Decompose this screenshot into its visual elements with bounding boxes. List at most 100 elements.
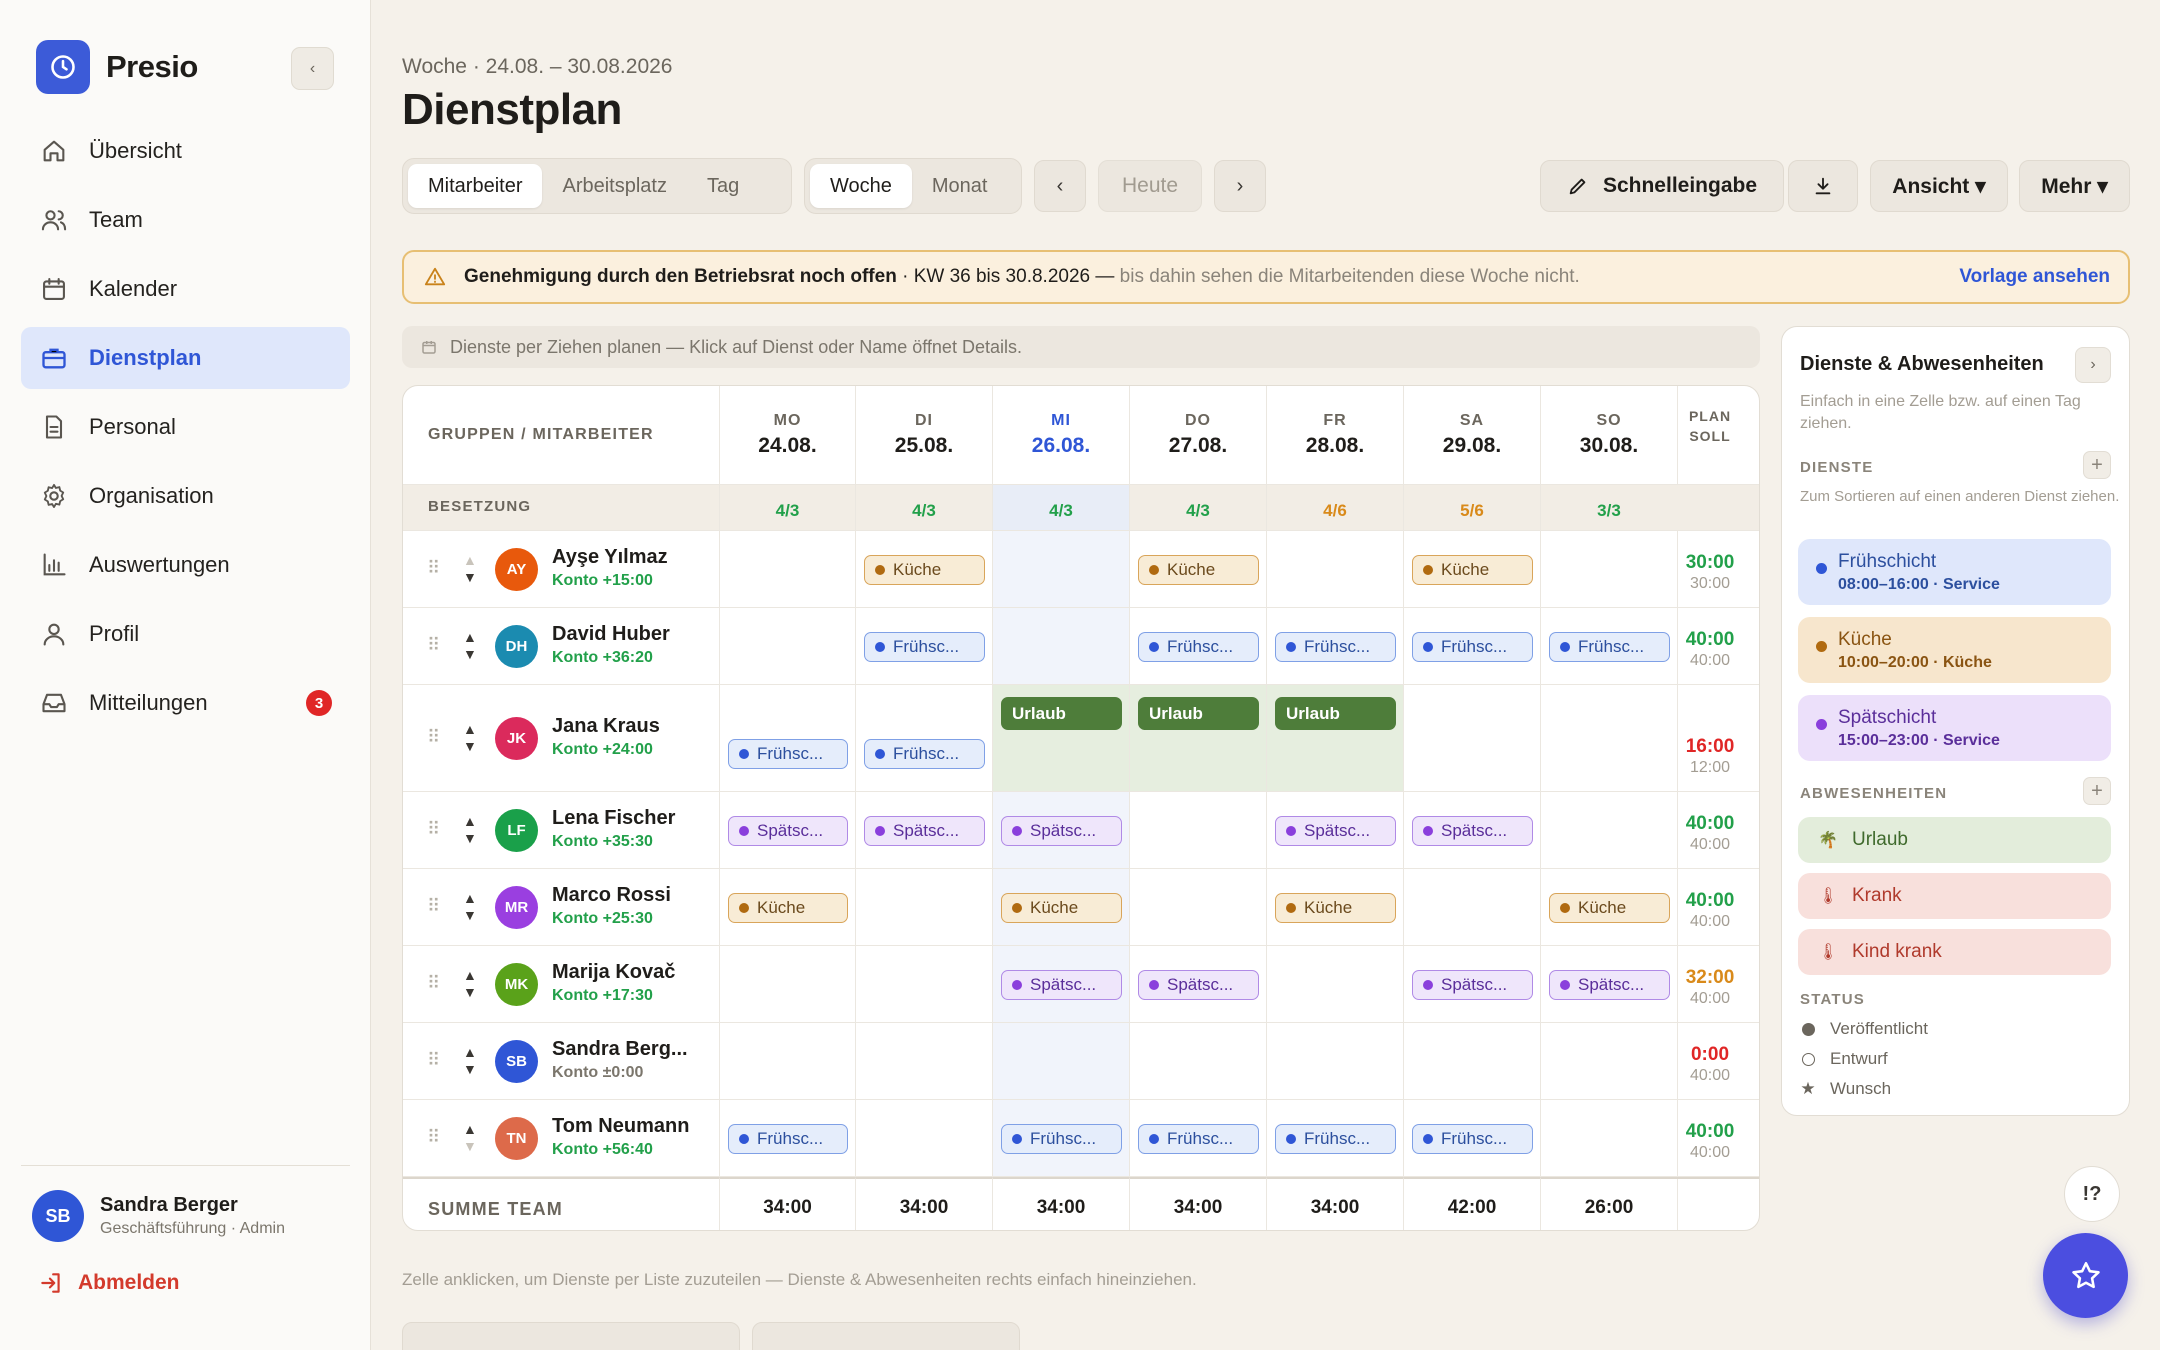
employee-name[interactable]: Marco Rossi — [552, 884, 671, 907]
logout-button[interactable]: Abmelden — [38, 1270, 180, 1296]
tab-mitarbeiter[interactable]: Mitarbeiter — [408, 164, 543, 208]
shift-chip-kueche[interactable]: Küche — [1275, 892, 1396, 923]
add-absence-button[interactable]: + — [2083, 777, 2111, 805]
shift-cell[interactable]: Spätsc... — [720, 792, 856, 869]
shift-cell[interactable] — [1541, 685, 1678, 792]
drag-handle-icon[interactable]: ⠿ — [427, 727, 440, 748]
shift-cell[interactable]: Frühsc... — [856, 608, 993, 685]
shift-chip-kueche[interactable]: Küche — [1001, 892, 1122, 923]
shift-chip-kueche[interactable]: Küche — [864, 554, 985, 585]
shift-cell[interactable] — [1404, 869, 1541, 946]
shift-cell[interactable] — [720, 608, 856, 685]
arrow-down-icon[interactable]: ▼ — [463, 646, 477, 663]
shift-cell[interactable]: Frühsc... — [856, 685, 993, 792]
shift-chip-spaet[interactable]: Spätsc... — [1549, 969, 1670, 1000]
shift-chip-frueh[interactable]: Frühsc... — [728, 1123, 848, 1154]
shift-cell[interactable] — [720, 946, 856, 1023]
shift-cell[interactable]: Küche — [1404, 531, 1541, 608]
arrow-down-icon[interactable]: ▼ — [463, 830, 477, 847]
shift-cell[interactable] — [1267, 531, 1404, 608]
shift-chip-spaet[interactable]: Spätsc... — [1001, 969, 1122, 1000]
shift-chip-kueche[interactable]: Küche — [1549, 892, 1670, 923]
shift-chip-frueh[interactable]: Frühsc... — [1275, 1123, 1396, 1154]
shift-cell[interactable]: Küche — [1130, 531, 1267, 608]
service-item[interactable]: Spätschicht 15:00–23:00 · Service — [1798, 695, 2111, 761]
drag-handle-icon[interactable]: ⠿ — [427, 558, 440, 579]
shift-cell[interactable] — [1404, 685, 1541, 792]
shift-cell[interactable]: Urlaub — [1267, 685, 1404, 792]
favorites-fab-button[interactable] — [2043, 1233, 2128, 1318]
day-header[interactable]: MI 26.08. — [993, 386, 1130, 485]
arrow-up-icon[interactable]: ▲ — [463, 967, 477, 984]
shift-cell[interactable] — [993, 1023, 1130, 1100]
shift-chip-frueh[interactable]: Frühsc... — [1138, 631, 1259, 662]
shift-cell[interactable]: Frühsc... — [720, 1100, 856, 1177]
shift-cell[interactable] — [856, 1023, 993, 1100]
add-service-button[interactable]: + — [2083, 451, 2111, 479]
reorder-arrows[interactable]: ▲ ▼ — [463, 1121, 477, 1155]
reorder-arrows[interactable]: ▲ ▼ — [463, 552, 477, 586]
bottom-action-button[interactable] — [402, 1322, 740, 1350]
previous-week-button[interactable]: ‹ — [1034, 160, 1086, 212]
shift-chip-kueche[interactable]: Küche — [1412, 554, 1533, 585]
shift-cell[interactable] — [993, 531, 1130, 608]
shift-chip-frueh[interactable]: Frühsc... — [1412, 1123, 1533, 1154]
employee-row-header[interactable]: ⠿ ▲ ▼ MK Marija Kovač Konto +17:30 — [403, 946, 720, 1023]
employee-name[interactable]: Tom Neumann — [552, 1115, 689, 1138]
shift-chip-frueh[interactable]: Frühsc... — [1549, 631, 1670, 662]
shift-cell[interactable]: Urlaub — [1130, 685, 1267, 792]
shift-cell[interactable] — [720, 1023, 856, 1100]
employee-row-header[interactable]: ⠿ ▲ ▼ LF Lena Fischer Konto +35:30 — [403, 792, 720, 869]
shift-chip-frueh[interactable]: Frühsc... — [1412, 631, 1533, 662]
employee-row-header[interactable]: ⠿ ▲ ▼ DH David Huber Konto +36:20 — [403, 608, 720, 685]
shift-chip-urlaub[interactable]: Urlaub — [1275, 697, 1396, 730]
shift-chip-frueh[interactable]: Frühsc... — [1001, 1123, 1122, 1154]
shift-cell[interactable]: Frühsc... — [1404, 608, 1541, 685]
employee-row-header[interactable]: ⠿ ▲ ▼ MR Marco Rossi Konto +25:30 — [403, 869, 720, 946]
reorder-arrows[interactable]: ▲ ▼ — [463, 813, 477, 847]
drag-handle-icon[interactable]: ⠿ — [427, 635, 440, 656]
employee-row-header[interactable]: ⠿ ▲ ▼ AY Ayşe Yılmaz Konto +15:00 — [403, 531, 720, 608]
employee-row-header[interactable]: ⠿ ▲ ▼ SB Sandra Berg... Konto ±0:00 — [403, 1023, 720, 1100]
shift-cell[interactable]: Spätsc... — [1130, 946, 1267, 1023]
shift-chip-spaet[interactable]: Spätsc... — [1412, 815, 1533, 846]
shift-chip-spaet[interactable]: Spätsc... — [728, 815, 848, 846]
shift-chip-spaet[interactable]: Spätsc... — [1138, 969, 1259, 1000]
shift-cell[interactable]: Frühsc... — [1404, 1100, 1541, 1177]
employee-name[interactable]: Lena Fischer — [552, 807, 675, 830]
day-header[interactable]: SA 29.08. — [1404, 386, 1541, 485]
reorder-arrows[interactable]: ▲ ▼ — [463, 629, 477, 663]
shift-cell[interactable]: Spätsc... — [1541, 946, 1678, 1023]
shift-cell[interactable] — [720, 531, 856, 608]
current-user[interactable]: SB Sandra Berger Geschäftsführung · Admi… — [32, 1190, 285, 1242]
today-button[interactable]: Heute — [1098, 160, 1202, 212]
arrow-up-icon[interactable]: ▲ — [463, 1044, 477, 1061]
shift-cell[interactable] — [1541, 1023, 1678, 1100]
shift-cell[interactable] — [1541, 531, 1678, 608]
arrow-down-icon[interactable]: ▼ — [463, 1138, 477, 1155]
shift-cell[interactable] — [856, 1100, 993, 1177]
shift-cell[interactable]: Spätsc... — [993, 946, 1130, 1023]
shift-cell[interactable] — [993, 608, 1130, 685]
shift-cell[interactable]: Frühsc... — [1541, 608, 1678, 685]
employee-row-header[interactable]: ⠿ ▲ ▼ TN Tom Neumann Konto +56:40 — [403, 1100, 720, 1177]
shift-cell[interactable]: Frühsc... — [1267, 1100, 1404, 1177]
day-header[interactable]: DO 27.08. — [1130, 386, 1267, 485]
absence-item[interactable]: 🌡 Kind krank — [1798, 929, 2111, 975]
employee-row-header[interactable]: ⠿ ▲ ▼ JK Jana Kraus Konto +24:00 — [403, 685, 720, 792]
shift-cell[interactable] — [1541, 1100, 1678, 1177]
more-menu-button[interactable]: Mehr ▾ — [2019, 160, 2130, 212]
arrow-down-icon[interactable]: ▼ — [463, 984, 477, 1001]
shift-chip-spaet[interactable]: Spätsc... — [1412, 969, 1533, 1000]
absence-item[interactable]: 🌡 Krank — [1798, 873, 2111, 919]
absence-item[interactable]: 🌴 Urlaub — [1798, 817, 2111, 863]
drag-handle-icon[interactable]: ⠿ — [427, 973, 440, 994]
shift-cell[interactable]: Frühsc... — [1267, 608, 1404, 685]
shift-cell[interactable] — [1404, 1023, 1541, 1100]
next-week-button[interactable]: › — [1214, 160, 1266, 212]
shift-cell[interactable]: Küche — [1541, 869, 1678, 946]
reorder-arrows[interactable]: ▲ ▼ — [463, 890, 477, 924]
shift-chip-urlaub[interactable]: Urlaub — [1138, 697, 1259, 730]
shift-cell[interactable] — [1130, 792, 1267, 869]
sidebar-item-organisation[interactable]: Organisation — [21, 465, 350, 527]
